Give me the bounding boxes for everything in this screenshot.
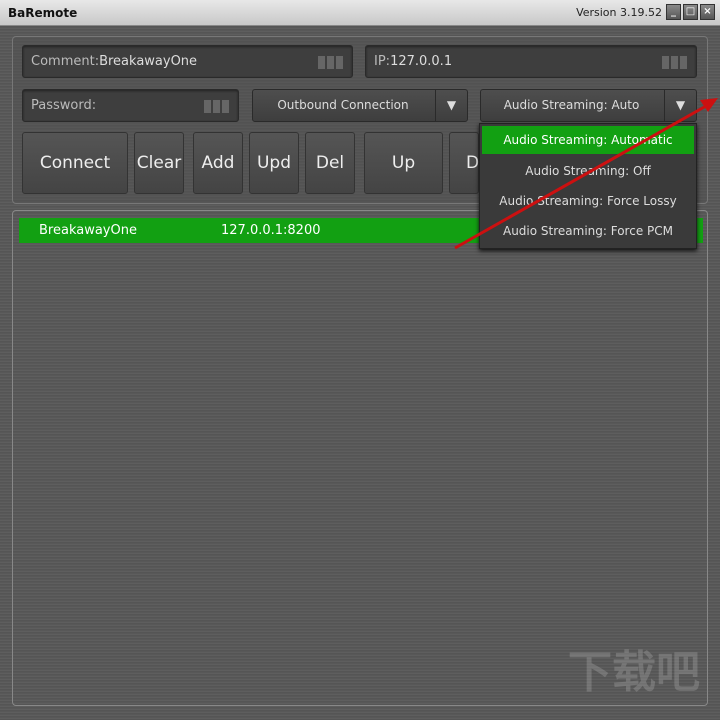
annotation-arrow xyxy=(454,98,718,250)
watermark-logo: 下载吧 xyxy=(568,647,700,698)
